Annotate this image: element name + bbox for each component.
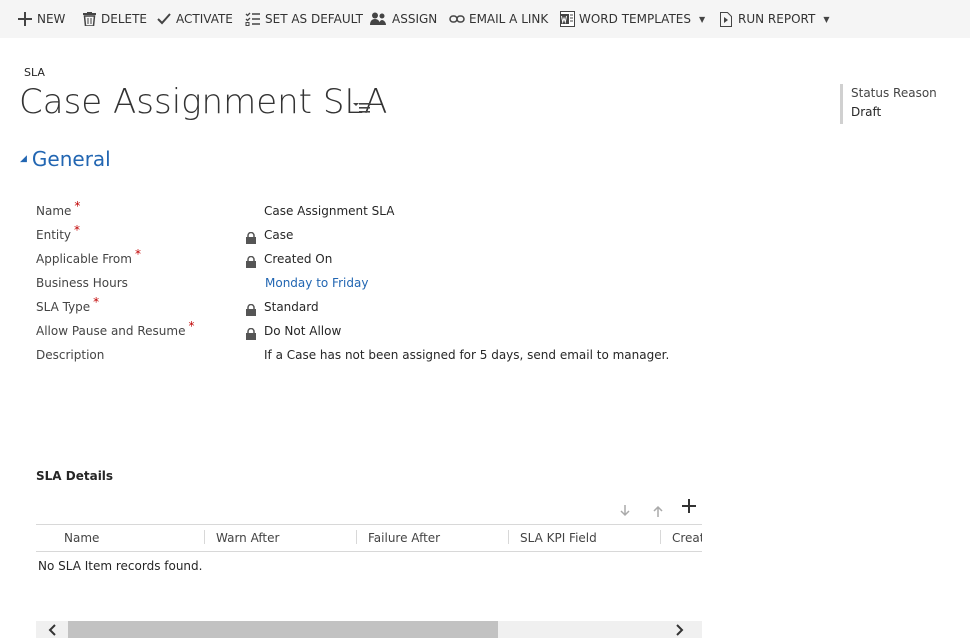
name-field-value[interactable]: Case Assignment SLA — [264, 204, 394, 218]
column-divider — [508, 530, 509, 544]
entity-type-label: SLA — [24, 66, 45, 79]
empty-grid-message: No SLA Item records found. — [38, 559, 203, 573]
business-hours-field-label: Business Hours — [36, 276, 128, 290]
word-templates-label: WORD TEMPLATES — [579, 12, 691, 26]
column-header-failure-after[interactable]: Failure After — [368, 525, 440, 551]
section-general-header[interactable]: ◢ General — [20, 147, 111, 171]
set-as-default-label: SET AS DEFAULT — [265, 12, 363, 26]
run-report-button[interactable]: RUN REPORT ▼ — [718, 0, 829, 38]
move-down-icon[interactable] — [620, 502, 630, 521]
entity-field-label: Entity * — [36, 223, 81, 242]
scrollbar-thumb[interactable] — [68, 621, 498, 638]
required-marker: * — [134, 247, 141, 261]
name-field-label: Name * — [36, 199, 81, 218]
word-templates-button[interactable]: WORD TEMPLATES ▼ — [559, 0, 705, 38]
status-reason-panel: Status Reason Draft — [840, 84, 937, 124]
form-selector-icon[interactable] — [353, 99, 371, 118]
new-label: NEW — [37, 12, 66, 26]
column-divider — [204, 530, 205, 544]
run-report-label: RUN REPORT — [738, 12, 816, 26]
status-reason-label: Status Reason — [851, 86, 937, 100]
link-icon — [449, 11, 465, 27]
collapse-triangle-icon: ◢ — [20, 154, 27, 164]
allow-pause-field-value: Do Not Allow — [264, 324, 342, 338]
column-header-created[interactable]: Created — [672, 525, 702, 551]
sla-type-field-value: Standard — [264, 300, 319, 314]
required-marker: * — [93, 295, 100, 309]
checkmark-icon — [156, 11, 172, 27]
email-a-link-button[interactable]: EMAIL A LINK — [449, 0, 548, 38]
horizontal-scrollbar[interactable] — [36, 621, 702, 638]
description-field-value[interactable]: If a Case has not been assigned for 5 da… — [264, 348, 669, 362]
set-as-default-button[interactable]: SET AS DEFAULT — [245, 0, 363, 38]
word-document-icon — [559, 11, 575, 27]
applicable-from-field-label: Applicable From * — [36, 247, 141, 266]
scroll-left-arrow-icon[interactable] — [36, 621, 68, 638]
entity-field-value: Case — [264, 228, 294, 242]
new-button[interactable]: NEW — [17, 0, 65, 38]
lock-icon — [246, 253, 256, 268]
sla-details-title: SLA Details — [36, 469, 114, 483]
assign-button[interactable]: ASSIGN — [370, 0, 437, 38]
activate-label: ACTIVATE — [176, 12, 233, 26]
chevron-down-icon: ▼ — [823, 14, 830, 24]
business-hours-link[interactable]: Monday to Friday — [265, 276, 368, 290]
lock-icon — [246, 301, 256, 316]
assign-label: ASSIGN — [392, 12, 438, 26]
scroll-right-arrow-icon[interactable] — [664, 621, 696, 638]
checklist-icon — [245, 11, 261, 27]
column-divider — [356, 530, 357, 544]
delete-label: DELETE — [101, 12, 148, 26]
report-icon — [718, 11, 734, 27]
delete-button[interactable]: DELETE — [81, 0, 147, 38]
description-field-label: Description — [36, 348, 105, 362]
page-title: Case Assignment SLA — [19, 82, 388, 122]
add-record-icon[interactable] — [682, 498, 696, 517]
command-bar: NEW DELETE ACTIVATE SET AS DEFAULT ASSIG… — [0, 0, 970, 38]
column-divider — [660, 530, 661, 544]
email-a-link-label: EMAIL A LINK — [469, 12, 549, 26]
people-icon — [370, 11, 388, 27]
required-marker: * — [74, 223, 81, 237]
move-up-icon[interactable] — [653, 502, 663, 521]
lock-icon — [246, 229, 256, 244]
chevron-down-icon: ▼ — [698, 14, 706, 24]
sla-details-grid-header: Name Warn After Failure After SLA KPI Fi… — [36, 524, 702, 552]
required-marker: * — [188, 319, 195, 333]
column-header-warn-after[interactable]: Warn After — [216, 525, 279, 551]
applicable-from-field-value: Created On — [264, 252, 333, 266]
plus-icon — [17, 11, 33, 27]
allow-pause-field-label: Allow Pause and Resume * — [36, 319, 195, 338]
section-general-title: General — [31, 147, 111, 171]
required-marker: * — [74, 199, 81, 213]
column-header-name[interactable]: Name — [64, 525, 99, 551]
column-header-sla-kpi-field[interactable]: SLA KPI Field — [520, 525, 597, 551]
lock-icon — [246, 325, 256, 340]
trash-icon — [81, 11, 97, 27]
status-reason-value: Draft — [851, 105, 882, 119]
activate-button[interactable]: ACTIVATE — [156, 0, 233, 38]
sla-type-field-label: SLA Type * — [36, 295, 100, 314]
